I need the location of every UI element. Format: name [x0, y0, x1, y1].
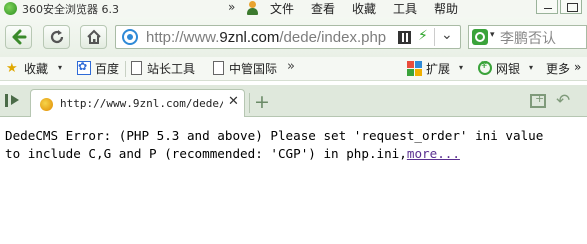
extensions-button[interactable]: 扩展: [426, 60, 450, 77]
online-banking-icon: [478, 60, 492, 75]
menu-favorites[interactable]: 收藏: [352, 0, 376, 17]
search-input[interactable]: 李鹏否认: [500, 28, 556, 48]
tab-bar: http://www.9znl.com/dede/index.php ✕ + ↶: [0, 85, 587, 117]
home-icon: [87, 29, 101, 44]
error-message-text: DedeCMS Error: (PHP 5.3 and above) Pleas…: [5, 128, 544, 161]
back-arrow-icon: [12, 29, 27, 45]
search-engine-caret-icon[interactable]: ▾: [490, 30, 495, 40]
menu-file[interactable]: 文件: [270, 0, 294, 17]
sidebar-toggle-icon[interactable]: [5, 94, 21, 107]
address-divider: [434, 28, 435, 46]
more-chevron-icon[interactable]: »: [574, 60, 581, 74]
search-box[interactable]: ▾ 李鹏否认: [468, 25, 587, 49]
address-dropdown-icon[interactable]: ⌄: [441, 27, 453, 43]
bookmarks-overflow-chevron-icon[interactable]: »: [287, 59, 295, 74]
home-button[interactable]: [80, 25, 107, 49]
qr-code-icon[interactable]: [398, 31, 411, 44]
bookmark-baidu[interactable]: 百度: [95, 60, 119, 77]
tab-active[interactable]: http://www.9znl.com/dede/index.php ✕: [30, 89, 245, 117]
title-chevron-icon[interactable]: »: [228, 0, 235, 14]
more-button[interactable]: 更多: [546, 60, 570, 77]
navigation-bar: http://www.9znl.com/dede/index.php ⚡ ⌄ ▾…: [0, 17, 587, 57]
window-title: 360安全浏览器 6.3: [22, 3, 119, 16]
address-bar[interactable]: http://www.9znl.com/dede/index.php ⚡ ⌄: [115, 25, 461, 49]
bookmark-webmaster-tools[interactable]: 站长工具: [147, 60, 195, 77]
menu-view[interactable]: 查看: [311, 0, 335, 17]
site-info-icon[interactable]: [122, 29, 138, 45]
undo-close-tab-icon[interactable]: ↶: [556, 91, 570, 111]
online-banking-caret-icon[interactable]: ▾: [529, 63, 533, 72]
more-link[interactable]: more...: [407, 146, 460, 161]
refresh-icon: [50, 30, 64, 44]
refresh-button[interactable]: [43, 25, 70, 49]
page-icon: [131, 61, 142, 75]
title-bar: 360安全浏览器 6.3 » 文件 查看 收藏 工具 帮助: [0, 0, 587, 17]
user-account-icon[interactable]: [246, 1, 259, 15]
bookmark-bar: ★ 收藏 ▾ 百度 站长工具 中管国际 » 扩展 ▾ 网银 ▾ 更多 »: [0, 57, 587, 81]
favorites-star-icon: ★: [6, 61, 18, 76]
bookmark-zhongguan[interactable]: 中管国际: [229, 60, 277, 77]
favorites-button[interactable]: 收藏: [24, 60, 48, 77]
tab-close-icon[interactable]: ✕: [228, 94, 239, 109]
tab-favicon-icon: [40, 98, 53, 111]
menu-tools[interactable]: 工具: [393, 0, 417, 17]
address-url[interactable]: http://www.9znl.com/dede/index.php: [146, 29, 386, 46]
online-banking-button[interactable]: 网银: [496, 60, 520, 77]
page-icon: [213, 61, 224, 75]
extensions-icon: [407, 61, 422, 76]
maximize-button[interactable]: [560, 0, 582, 14]
tab-title: http://www.9znl.com/dede/index.php: [60, 97, 223, 110]
error-message: DedeCMS Error: (PHP 5.3 and above) Pleas…: [5, 127, 583, 163]
back-button[interactable]: [5, 25, 32, 49]
baidu-icon: [77, 60, 91, 75]
restore-tabs-icon[interactable]: [530, 92, 546, 108]
favorites-caret-icon[interactable]: ▾: [58, 63, 62, 72]
minimize-button[interactable]: [536, 0, 558, 14]
page-content: DedeCMS Error: (PHP 5.3 and above) Pleas…: [0, 117, 587, 244]
new-tab-button[interactable]: +: [254, 91, 270, 113]
bookmark-divider: [125, 61, 126, 77]
extensions-caret-icon[interactable]: ▾: [459, 63, 463, 72]
browser-logo-icon: [4, 2, 17, 15]
speed-mode-icon[interactable]: ⚡: [418, 28, 428, 44]
menu-help[interactable]: 帮助: [434, 0, 458, 17]
search-engine-icon[interactable]: [472, 29, 488, 45]
tab-divider: [249, 93, 250, 113]
